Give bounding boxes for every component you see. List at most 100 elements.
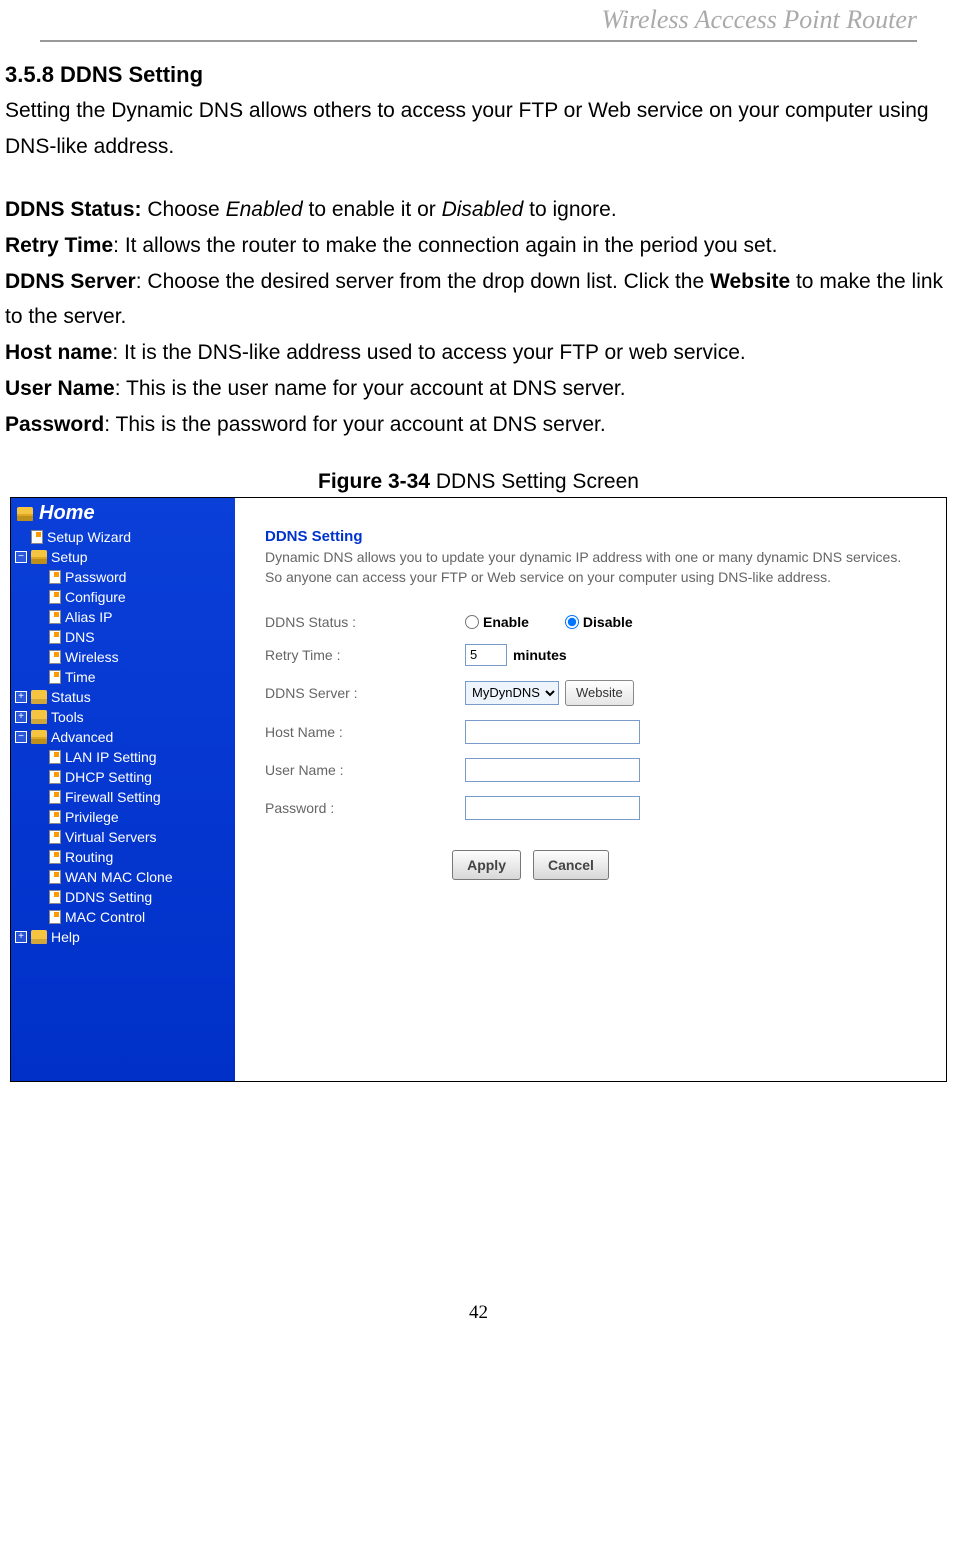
- def-host: Host name: It is the DNS-like address us…: [5, 335, 952, 371]
- page-icon: [49, 810, 61, 824]
- nav-home[interactable]: Home: [11, 500, 235, 527]
- radio-disable-input[interactable]: [565, 615, 579, 629]
- row-host: Host Name :: [265, 720, 916, 744]
- retry-input[interactable]: [465, 644, 507, 666]
- expand-icon[interactable]: +: [15, 711, 27, 723]
- nav-setup-time[interactable]: Time: [11, 667, 235, 687]
- expand-icon[interactable]: +: [15, 691, 27, 703]
- nav-adv-wanmac[interactable]: WAN MAC Clone: [11, 867, 235, 887]
- label-retry: Retry Time: [5, 234, 113, 257]
- nav-help[interactable]: + Help: [11, 927, 235, 947]
- page-icon: [49, 630, 61, 644]
- label-host: Host name: [5, 341, 112, 364]
- nav-label: Advanced: [51, 729, 113, 745]
- nav-setup-wireless[interactable]: Wireless: [11, 647, 235, 667]
- nav-setup-configure[interactable]: Configure: [11, 587, 235, 607]
- text-enabled: Enabled: [226, 198, 303, 221]
- label-retry: Retry Time :: [265, 647, 465, 663]
- nav-label: Help: [51, 929, 80, 945]
- nav-label: Configure: [65, 589, 126, 605]
- figure-caption: Figure 3-34 DDNS Setting Screen: [5, 470, 952, 494]
- row-server: DDNS Server : MyDynDNS Website: [265, 680, 916, 706]
- nav-label: WAN MAC Clone: [65, 869, 173, 885]
- website-button[interactable]: Website: [565, 680, 634, 706]
- page-icon: [49, 590, 61, 604]
- folder-open-icon: [17, 507, 33, 521]
- radio-enable-label: Enable: [483, 614, 529, 630]
- main-panel: DDNS Setting Dynamic DNS allows you to u…: [235, 498, 946, 1081]
- def-user: User Name: This is the user name for you…: [5, 371, 952, 407]
- nav-label: Alias IP: [65, 609, 112, 625]
- button-row: Apply Cancel: [265, 850, 796, 880]
- nav-setup-password[interactable]: Password: [11, 567, 235, 587]
- label-user: User Name :: [265, 762, 465, 778]
- page-icon: [49, 870, 61, 884]
- section-heading: 3.5.8 DDNS Setting: [5, 62, 952, 88]
- nav-label: DNS: [65, 629, 95, 645]
- expand-icon[interactable]: +: [15, 931, 27, 943]
- document-body: 3.5.8 DDNS Setting Setting the Dynamic D…: [0, 62, 957, 1324]
- label-server: DDNS Server: [5, 270, 136, 293]
- collapse-icon[interactable]: −: [15, 551, 27, 563]
- nav-adv-routing[interactable]: Routing: [11, 847, 235, 867]
- router-screenshot: Home Setup Wizard − Setup Password Confi…: [10, 497, 947, 1082]
- folder-open-icon: [31, 730, 47, 744]
- text: : Choose the desired server from the dro…: [136, 270, 710, 293]
- page-icon: [49, 670, 61, 684]
- page-icon: [49, 850, 61, 864]
- intro-text: Setting the Dynamic DNS allows others to…: [5, 93, 952, 164]
- nav-adv-ddns[interactable]: DDNS Setting: [11, 887, 235, 907]
- label-pass: Password: [5, 413, 104, 436]
- nav-setup-dns[interactable]: DNS: [11, 627, 235, 647]
- page-icon: [49, 890, 61, 904]
- nav-adv-privilege[interactable]: Privilege: [11, 807, 235, 827]
- label-pass: Password :: [265, 800, 465, 816]
- nav-label: LAN IP Setting: [65, 749, 157, 765]
- radio-disable[interactable]: Disable: [565, 614, 633, 630]
- page-number: 42: [5, 1302, 952, 1324]
- minutes-label: minutes: [513, 647, 567, 663]
- nav-label: Virtual Servers: [65, 829, 157, 845]
- panel-title: DDNS Setting: [265, 528, 916, 545]
- panel-description: Dynamic DNS allows you to update your dy…: [265, 547, 916, 588]
- nav-adv-lan[interactable]: LAN IP Setting: [11, 747, 235, 767]
- def-server: DDNS Server: Choose the desired server f…: [5, 264, 952, 335]
- nav-label: Wireless: [65, 649, 119, 665]
- pass-input[interactable]: [465, 796, 640, 820]
- nav-tools[interactable]: + Tools: [11, 707, 235, 727]
- folder-icon: [31, 930, 47, 944]
- radio-enable[interactable]: Enable: [465, 614, 529, 630]
- text-website: Website: [710, 270, 790, 293]
- header-title: Wireless Acccess Point Router: [601, 5, 917, 34]
- def-pass: Password: This is the password for your …: [5, 407, 952, 443]
- label-server: DDNS Server :: [265, 685, 465, 701]
- nav-setup-wizard[interactable]: Setup Wizard: [11, 527, 235, 547]
- page-icon: [49, 830, 61, 844]
- nav-label: Status: [51, 689, 91, 705]
- server-select[interactable]: MyDynDNS: [465, 681, 559, 705]
- text: : This is the password for your account …: [104, 413, 606, 436]
- text: to ignore.: [523, 198, 616, 221]
- def-retry: Retry Time: It allows the router to make…: [5, 228, 952, 264]
- nav-setup-aliasip[interactable]: Alias IP: [11, 607, 235, 627]
- page-icon: [31, 530, 43, 544]
- text: Choose: [142, 198, 226, 221]
- user-input[interactable]: [465, 758, 640, 782]
- nav-label: Tools: [51, 709, 84, 725]
- nav-adv-firewall[interactable]: Firewall Setting: [11, 787, 235, 807]
- nav-label: Time: [65, 669, 96, 685]
- host-input[interactable]: [465, 720, 640, 744]
- apply-button[interactable]: Apply: [452, 850, 521, 880]
- nav-adv-virtual[interactable]: Virtual Servers: [11, 827, 235, 847]
- nav-adv-dhcp[interactable]: DHCP Setting: [11, 767, 235, 787]
- text-disabled: Disabled: [442, 198, 524, 221]
- collapse-icon[interactable]: −: [15, 731, 27, 743]
- cancel-button[interactable]: Cancel: [533, 850, 609, 880]
- nav-status[interactable]: + Status: [11, 687, 235, 707]
- nav-adv-mac[interactable]: MAC Control: [11, 907, 235, 927]
- nav-setup[interactable]: − Setup: [11, 547, 235, 567]
- page-header: Wireless Acccess Point Router: [40, 0, 917, 42]
- radio-enable-input[interactable]: [465, 615, 479, 629]
- nav-advanced[interactable]: − Advanced: [11, 727, 235, 747]
- nav-label: Setup Wizard: [47, 529, 131, 545]
